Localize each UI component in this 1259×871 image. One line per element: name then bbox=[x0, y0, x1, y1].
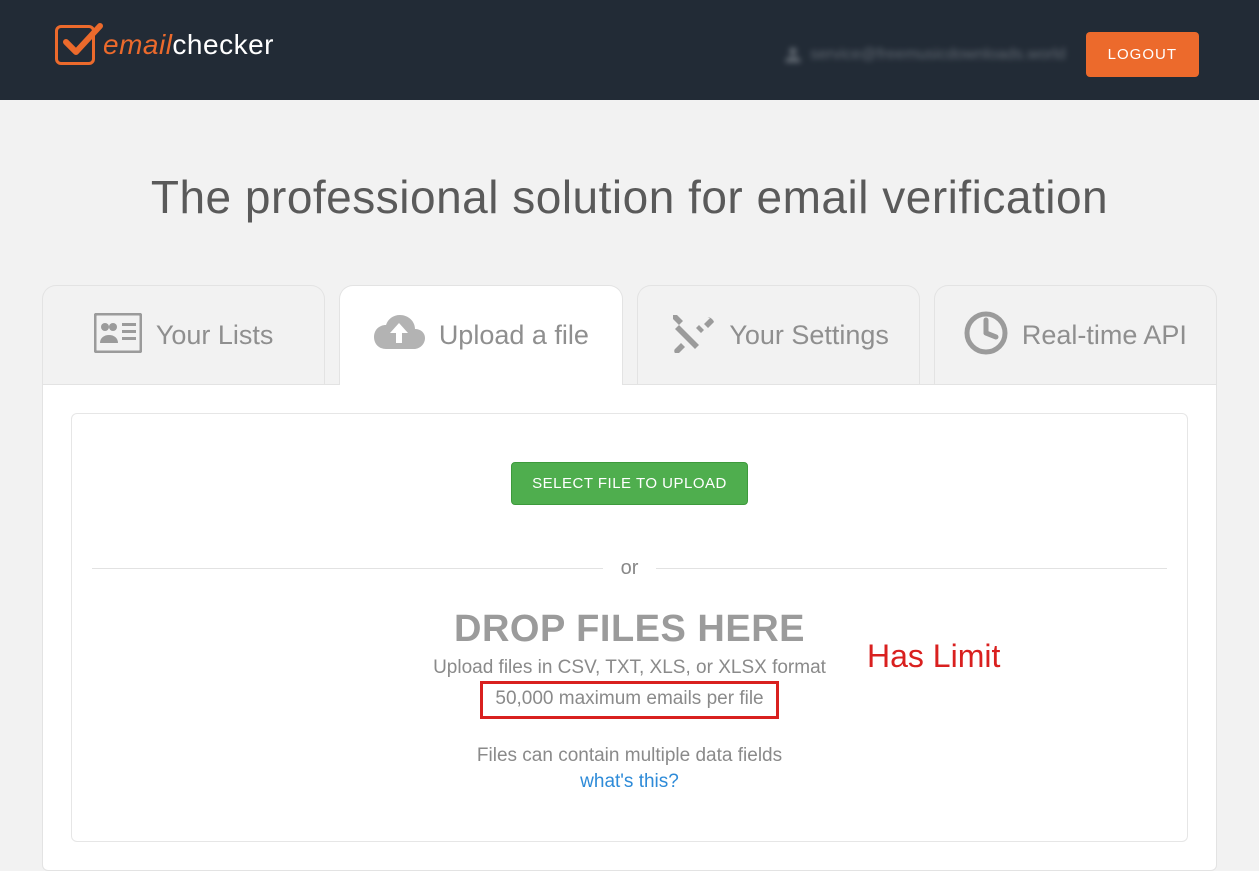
tab-your-settings[interactable]: Your Settings bbox=[637, 285, 920, 385]
clock-icon bbox=[964, 311, 1008, 360]
tab-realtime-api[interactable]: Real-time API bbox=[934, 285, 1217, 385]
dropzone[interactable]: SELECT FILE TO UPLOAD or DROP FILES HERE… bbox=[71, 413, 1188, 842]
tabs-container: Your Lists Upload a file Your Settings bbox=[42, 284, 1217, 871]
limit-highlight-box: 50,000 maximum emails per file bbox=[480, 681, 778, 719]
limit-text: 50,000 maximum emails per file bbox=[495, 688, 763, 709]
tab-upload-file[interactable]: Upload a file bbox=[339, 285, 622, 385]
list-icon bbox=[94, 313, 142, 358]
select-file-button[interactable]: SELECT FILE TO UPLOAD bbox=[511, 462, 748, 505]
top-bar: emailchecker service@freemusicdownloads.… bbox=[0, 0, 1259, 100]
divider-label: or bbox=[603, 557, 657, 580]
person-icon bbox=[784, 46, 802, 64]
page-title: The professional solution for email veri… bbox=[20, 170, 1239, 224]
user-area: service@freemusicdownloads.world LOGOUT bbox=[784, 32, 1199, 77]
whats-this-link[interactable]: what's this? bbox=[92, 771, 1167, 793]
tab-label: Your Lists bbox=[156, 320, 274, 351]
cloud-upload-icon bbox=[373, 313, 425, 358]
user-email-text: service@freemusicdownloads.world bbox=[810, 46, 1065, 64]
tabs-row: Your Lists Upload a file Your Settings bbox=[42, 284, 1217, 384]
tab-label: Real-time API bbox=[1022, 320, 1187, 351]
multi-fields-text: Files can contain multiple data fields bbox=[92, 745, 1167, 767]
tab-your-lists[interactable]: Your Lists bbox=[42, 285, 325, 385]
user-email-label: service@freemusicdownloads.world bbox=[784, 46, 1065, 64]
hero: The professional solution for email veri… bbox=[0, 100, 1259, 284]
brand-text: emailchecker bbox=[103, 29, 274, 61]
upload-panel: SELECT FILE TO UPLOAD or DROP FILES HERE… bbox=[42, 384, 1217, 871]
tab-label: Your Settings bbox=[729, 320, 889, 351]
checkbox-icon bbox=[55, 25, 95, 65]
formats-text: Upload files in CSV, TXT, XLS, or XLSX f… bbox=[92, 657, 1167, 679]
divider-or: or bbox=[92, 557, 1167, 580]
brand-logo[interactable]: emailchecker bbox=[55, 25, 274, 65]
logout-button[interactable]: LOGOUT bbox=[1086, 32, 1199, 77]
tools-icon bbox=[667, 313, 715, 358]
tab-label: Upload a file bbox=[439, 320, 589, 351]
drop-files-title: DROP FILES HERE bbox=[92, 608, 1167, 651]
